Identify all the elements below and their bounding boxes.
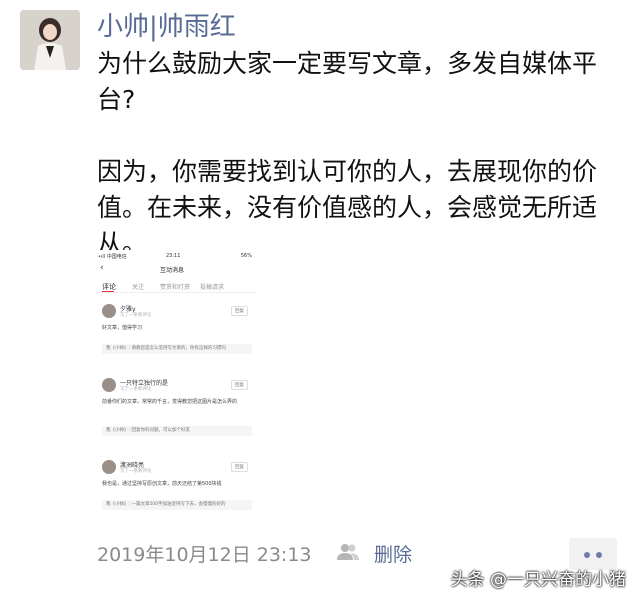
comment-meta: 写了一条新评论 <box>120 387 152 392</box>
avatar <box>102 460 116 474</box>
quoted-reply: 我《小帅》: 一篇文章500字加油坚持写下去，会慢慢的好的 <box>102 500 252 510</box>
post-paragraph: 因为，你需要找到认可你的人，去展现你的价值。在未来，没有价值感的人，会感觉无所适… <box>97 157 598 258</box>
visibility-people-icon[interactable] <box>337 543 359 561</box>
tab-follow: 关注 <box>132 284 145 291</box>
post-paragraph: 为什么鼓励大家一定要写文章，多发自媒体平台? <box>97 49 598 114</box>
comment-text: 前番你们的文章，常常的千言，觉得教您把这图片是怎么弄的 <box>102 399 238 405</box>
quoted-reply: 我《小帅》: 请教您是怎么坚持写文章的，你有这样的习惯吗 <box>102 344 252 354</box>
tab-bar: 评论 关注 赞赏和打赏 投稿请求 <box>96 280 256 293</box>
carrier: •ıll 中国电信 <box>98 254 127 260</box>
watermark: 头条 @一只兴奋的小猪 <box>450 570 626 590</box>
author-name[interactable]: 小帅|帅雨红 <box>97 6 236 43</box>
post-timestamp: 2019年10月12日 23:13 <box>97 544 312 566</box>
status-bar: •ıll 中国电信 23:11 56% <box>96 253 256 261</box>
reply-button: 回复 <box>231 462 248 472</box>
avatar <box>102 304 116 318</box>
tab-rewards: 赞赏和打赏 <box>160 284 191 291</box>
reply-button: 回复 <box>231 380 248 390</box>
status-time: 23:11 <box>166 253 181 259</box>
delete-button[interactable]: 删除 <box>374 540 412 567</box>
more-dot-icon <box>584 552 590 558</box>
more-dot-icon <box>596 552 602 558</box>
quoted-reply: 我《小帅》: 回复你的问题，可以加个好友 <box>102 426 252 436</box>
post-text: 为什么鼓励大家一定要写文章，多发自媒体平台? 因为，你需要找到认可你的人，去展现… <box>97 46 617 262</box>
avatar <box>102 378 116 392</box>
avatar[interactable] <box>20 10 80 70</box>
screen-title: 互动消息 <box>160 267 185 274</box>
comment-meta: 写了一条新评论 <box>120 469 152 474</box>
comment-text: 我也是，通过坚持写原创文章，前天还结了第500块钱 <box>102 481 222 487</box>
tab-submissions: 投稿请求 <box>200 284 225 291</box>
reply-button: 回复 <box>231 306 248 316</box>
back-icon: ‹ <box>100 263 104 273</box>
tab-indicator <box>102 291 114 292</box>
comment-meta: 写了一条新评论 <box>120 313 152 318</box>
attached-image[interactable]: •ıll 中国电信 23:11 56% ‹ 互动消息 评论 关注 赞赏和打赏 投… <box>96 250 256 528</box>
nav-bar: ‹ 互动消息 <box>96 263 256 275</box>
battery: 56% <box>240 253 252 259</box>
comment-text: 好文章，值得学习 <box>102 325 143 331</box>
